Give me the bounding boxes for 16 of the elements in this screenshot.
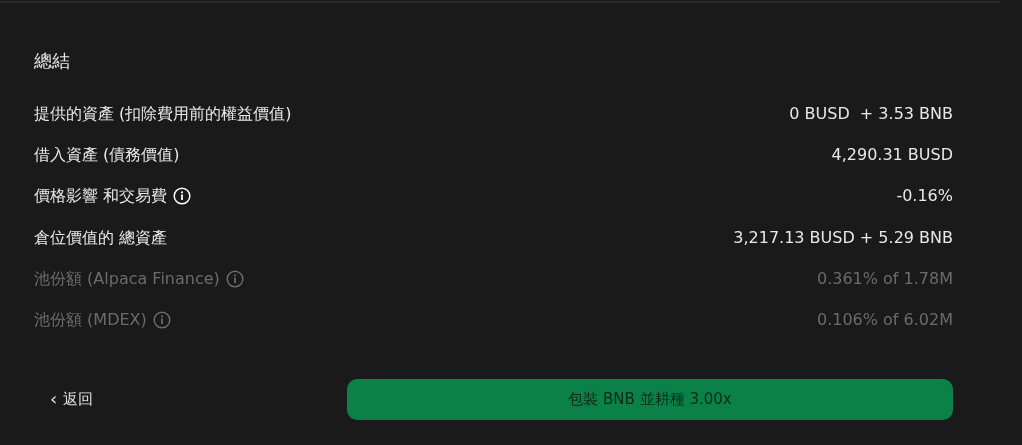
- row-value: 3,217.13 BUSD + 5.29 BNB: [733, 226, 953, 249]
- row-label: 價格影響 和交易費: [34, 185, 168, 208]
- back-label: 返回: [63, 389, 94, 411]
- section-title: 總結: [34, 49, 71, 73]
- row-label: 池份額 (MDEX): [34, 309, 147, 332]
- back-chevron: ‹: [50, 390, 58, 409]
- row-value: -0.16%: [896, 185, 953, 208]
- row-label: 倉位價值的 總資產: [34, 226, 168, 249]
- row-value: 0 BUSD + 3.53 BNB: [789, 102, 953, 125]
- row-label: 池份額 (Alpaca Finance): [34, 267, 220, 290]
- row-label: 提供的資產 (扣除費用前的權益價值): [34, 102, 292, 125]
- row-value: 0.106% of 6.02M: [816, 309, 953, 332]
- row-label: 借入資產 (債務價值): [34, 143, 180, 166]
- row-value: 0.361% of 1.78M: [816, 267, 953, 290]
- row-value: 4,290.31 BUSD: [831, 143, 953, 166]
- back-button[interactable]: ‹ 返回: [50, 388, 347, 411]
